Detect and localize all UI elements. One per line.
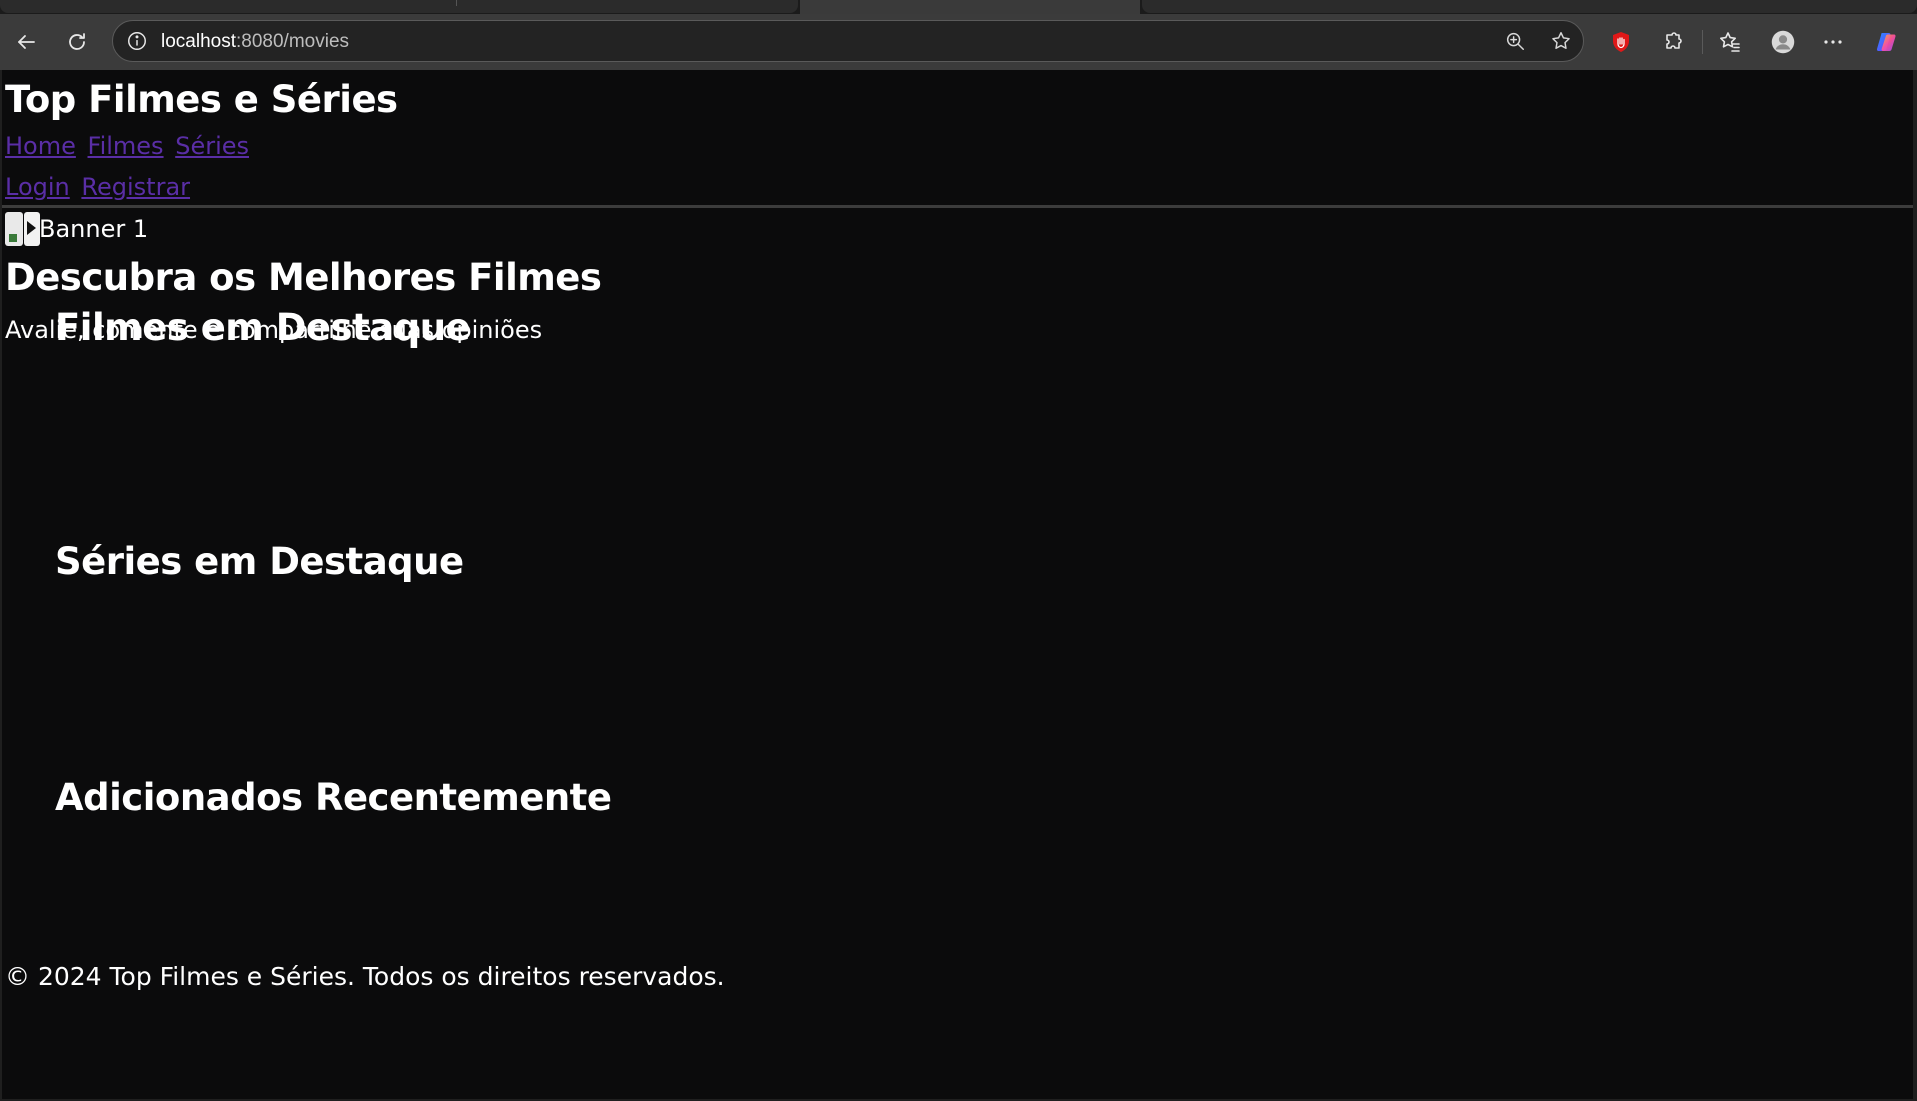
nav-link-login[interactable]: Login	[5, 173, 70, 201]
url-host: localhost	[161, 31, 236, 52]
toolbar-divider	[1702, 30, 1703, 54]
site-title: Top Filmes e Séries	[5, 78, 398, 121]
more-icon[interactable]	[1817, 26, 1849, 58]
section-title-recentes: Adicionados Recentemente	[55, 776, 612, 819]
banner-alt-text: Banner 1	[39, 215, 149, 243]
red-extension-icon[interactable]	[1605, 26, 1637, 58]
nav-link-registrar[interactable]: Registrar	[81, 173, 190, 201]
nav-link-home[interactable]: Home	[5, 132, 76, 160]
section-title-series-destaque: Séries em Destaque	[55, 540, 464, 583]
tab-separator	[456, 0, 457, 6]
copilot-icon[interactable]	[1871, 26, 1903, 58]
broken-image-icon	[5, 212, 23, 246]
star-icon[interactable]	[1549, 29, 1573, 53]
section-title-filmes-destaque: Filmes em Destaque	[55, 306, 471, 349]
page-viewport: Top Filmes e Séries Home Filmes Séries L…	[2, 70, 1913, 1099]
carousel-next-icon[interactable]	[24, 212, 40, 246]
favorites-icon[interactable]	[1714, 26, 1746, 58]
site-header: Top Filmes e Séries Home Filmes Séries L…	[2, 70, 1913, 208]
browser-tab-strip	[0, 0, 1917, 14]
address-bar[interactable]: localhost:8080/movies	[112, 20, 1584, 62]
banner-heading: Descubra os Melhores Filmes	[5, 256, 602, 299]
nav-link-filmes[interactable]: Filmes	[88, 132, 164, 160]
browser-toolbar: localhost:8080/movies	[0, 14, 1917, 70]
banner-image-broken: Banner 1	[5, 212, 148, 246]
browser-tab-active[interactable]	[800, 0, 1140, 14]
url-path: :8080/movies	[236, 31, 350, 52]
browser-tab[interactable]	[1142, 0, 1917, 13]
info-icon[interactable]	[125, 29, 149, 53]
auth-nav: Login Registrar	[5, 173, 194, 201]
browser-tab[interactable]	[0, 0, 798, 13]
back-arrow-icon[interactable]	[10, 26, 42, 58]
zoom-icon[interactable]	[1503, 29, 1527, 53]
nav-link-series[interactable]: Séries	[175, 132, 249, 160]
footer-copyright: © 2024 Top Filmes e Séries. Todos os dir…	[5, 962, 725, 991]
reload-icon[interactable]	[61, 26, 93, 58]
profile-avatar-icon[interactable]	[1767, 26, 1799, 58]
main-nav: Home Filmes Séries	[5, 132, 253, 160]
puzzle-icon[interactable]	[1657, 26, 1689, 58]
url-text[interactable]: localhost:8080/movies	[161, 31, 349, 53]
